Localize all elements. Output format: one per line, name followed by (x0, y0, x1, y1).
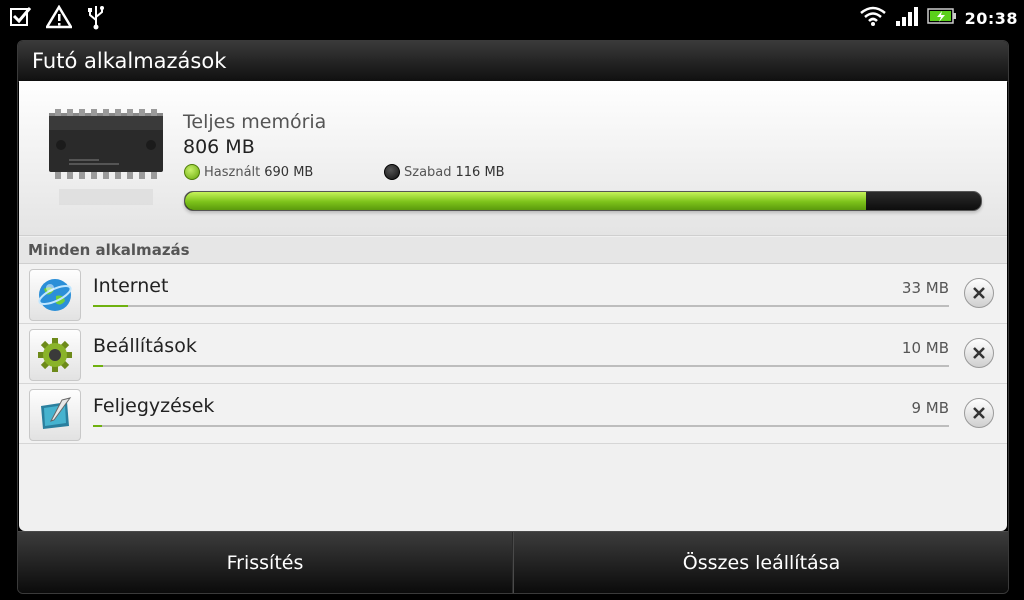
bottom-button-bar: Frissítés Összes leállítása (18, 531, 1008, 593)
close-icon (973, 407, 985, 419)
notebook-icon (29, 389, 81, 441)
dialog-content: Teljes memória 806 MB Használt 690 MB Sz… (19, 81, 1007, 531)
usb-icon[interactable] (86, 4, 106, 34)
wifi-icon (859, 5, 887, 31)
globe-icon (29, 269, 81, 321)
running-apps-dialog: Futó alkalmazások Teljes memória 806 MB … (17, 40, 1009, 594)
app-size: 10 MB (901, 339, 949, 357)
dialog-title: Futó alkalmazások (32, 49, 227, 73)
memory-label: Teljes memória (183, 111, 327, 133)
app-name: Internet (93, 275, 169, 297)
free-value: 116 MB (455, 164, 505, 180)
signal-icon (895, 5, 919, 31)
legend-used: Használt 690 MB (184, 164, 313, 180)
refresh-button[interactable]: Frissítés (18, 532, 513, 593)
close-icon (973, 347, 985, 359)
close-app-button[interactable] (964, 278, 994, 308)
app-row-internet[interactable]: Internet 33 MB (19, 264, 1007, 324)
free-label: Szabad (404, 164, 452, 180)
section-title: Minden alkalmazás (28, 241, 190, 259)
memory-total: 806 MB (183, 136, 255, 158)
memory-usage-bar (184, 191, 982, 211)
app-name: Beállítások (93, 335, 197, 357)
app-size: 9 MB (911, 399, 949, 417)
app-usage-fill (93, 365, 104, 367)
used-dot-icon (184, 164, 200, 180)
used-label: Használt (204, 164, 261, 180)
close-app-button[interactable] (964, 338, 994, 368)
checkbox-notification-icon[interactable] (10, 6, 32, 32)
status-bar: 20:38 (0, 0, 1024, 33)
app-size: 33 MB (901, 279, 949, 297)
close-app-button[interactable] (964, 398, 994, 428)
app-usage-bar (93, 305, 949, 307)
battery-charging-icon (926, 7, 957, 29)
free-dot-icon (384, 164, 400, 180)
dialog-titlebar: Futó alkalmazások (18, 41, 1008, 82)
section-header: Minden alkalmazás (19, 237, 1007, 264)
used-value: 690 MB (264, 164, 314, 180)
app-name: Feljegyzések (93, 395, 215, 417)
app-usage-bar (93, 425, 949, 427)
app-usage-bar (93, 365, 949, 367)
close-icon (973, 287, 985, 299)
memory-usage-fill (185, 192, 867, 210)
memory-chip-icon (47, 109, 165, 223)
clock: 20:38 (964, 8, 1018, 28)
legend-free: Szabad 116 MB (384, 164, 505, 180)
app-row-settings[interactable]: Beállítások 10 MB (19, 324, 1007, 384)
app-usage-fill (93, 305, 129, 307)
stop-all-button[interactable]: Összes leállítása (513, 532, 1008, 593)
warning-icon[interactable] (44, 4, 74, 33)
memory-panel: Teljes memória 806 MB Használt 690 MB Sz… (19, 81, 1007, 236)
gear-icon (29, 329, 81, 381)
app-row-notes[interactable]: Feljegyzések 9 MB (19, 384, 1007, 444)
app-usage-fill (93, 425, 103, 427)
